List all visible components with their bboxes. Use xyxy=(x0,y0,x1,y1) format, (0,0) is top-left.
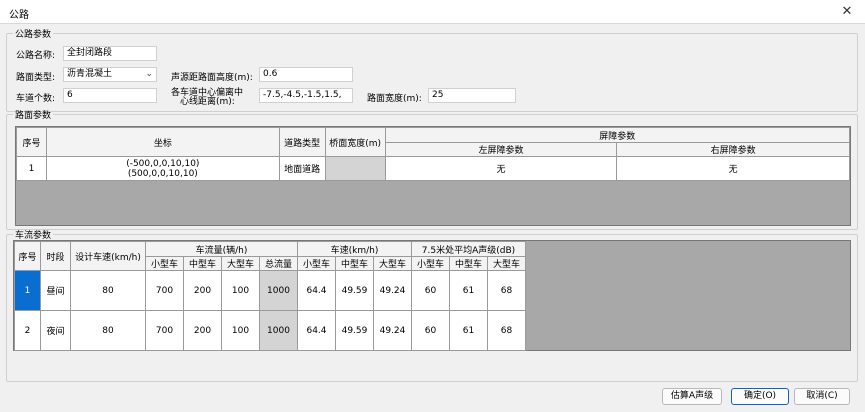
col-header-road-type[interactable]: 道路类型 xyxy=(278,127,326,157)
col-header-level[interactable]: 7.5米处平均A声级(dB) xyxy=(411,241,526,257)
flow-total-cell[interactable]: 1000 xyxy=(259,310,298,351)
flow-large-cell[interactable]: 100 xyxy=(221,310,260,351)
col-header-speed-small[interactable]: 小型车 xyxy=(297,256,336,271)
table-row[interactable]: 1 (-500,0,0,10,10) (500,0,0,10,10) 地面道路 … xyxy=(16,156,850,181)
period-cell[interactable]: 昼间 xyxy=(40,270,71,311)
level-small-cell[interactable]: 60 xyxy=(411,310,450,351)
deck-width-cell[interactable] xyxy=(324,156,386,181)
traffic-table-area[interactable]: 序号 时段 设计车速(km/h) 车流量(辆/h) 车速(km/h) 7.5米处… xyxy=(13,240,851,351)
surface-type-select[interactable]: 沥青混凝土 ⌄ xyxy=(63,67,157,82)
table-row[interactable]: 1 昼间 80 700 200 100 1000 64.4 49.59 49.2… xyxy=(14,270,526,311)
col-header-level-medium[interactable]: 中型车 xyxy=(449,256,488,271)
col-header-speed-large[interactable]: 大型车 xyxy=(373,256,412,271)
coords-cell[interactable]: (-500,0,0,10,10) (500,0,0,10,10) xyxy=(45,156,280,181)
design-speed-cell[interactable]: 80 xyxy=(70,310,146,351)
row-index-cell[interactable]: 1 xyxy=(14,270,41,311)
col-header-speed[interactable]: 车速(km/h) xyxy=(297,241,412,257)
speed-small-cell[interactable]: 64.4 xyxy=(297,270,336,311)
surface-type-label: 路面类型: xyxy=(16,73,56,83)
col-header-barrier[interactable]: 屏障参数 xyxy=(384,127,851,143)
col-header-speed-medium[interactable]: 中型车 xyxy=(335,256,374,271)
lane-distance-input[interactable]: -7.5,-4.5,-1.5,1.5, xyxy=(259,88,353,103)
col-header-flow-medium[interactable]: 中型车 xyxy=(183,256,222,271)
flow-total-cell[interactable]: 1000 xyxy=(259,270,298,311)
col-header-deck-width[interactable]: 桥面宽度(m) xyxy=(324,127,386,157)
row-index-cell[interactable]: 1 xyxy=(16,156,47,181)
chevron-down-icon: ⌄ xyxy=(145,69,153,79)
col-header-right-barrier[interactable]: 右屏障参数 xyxy=(616,142,850,157)
flow-medium-cell[interactable]: 200 xyxy=(183,270,222,311)
window-title: 公路 xyxy=(9,10,29,21)
lanes-input[interactable]: 6 xyxy=(63,88,157,103)
period-cell[interactable]: 夜间 xyxy=(40,310,71,351)
table-row[interactable]: 2 夜间 80 700 200 100 1000 64.4 49.59 49.2… xyxy=(14,310,526,351)
level-large-cell[interactable]: 68 xyxy=(487,270,526,311)
ok-button[interactable]: 确定(O) xyxy=(731,388,789,405)
speed-large-cell[interactable]: 49.24 xyxy=(373,310,412,351)
level-small-cell[interactable]: 60 xyxy=(411,270,450,311)
traffic-table: 序号 时段 设计车速(km/h) 车流量(辆/h) 车速(km/h) 7.5米处… xyxy=(14,241,526,351)
speed-medium-cell[interactable]: 49.59 xyxy=(335,270,374,311)
level-medium-cell[interactable]: 61 xyxy=(449,310,488,351)
title-bar: 公路 ✕ xyxy=(0,0,865,24)
surface-table-area[interactable]: 序号 坐标 道路类型 桥面宽度(m) 屏障参数 左屏障参数 右屏障参数 1 (-… xyxy=(15,126,851,226)
level-large-cell[interactable]: 68 xyxy=(487,310,526,351)
coord-end: (500,0,0,10,10) xyxy=(127,168,198,179)
speed-small-cell[interactable]: 64.4 xyxy=(297,310,336,351)
col-header-flow-total[interactable]: 总流量 xyxy=(259,256,298,271)
left-barrier-cell[interactable]: 无 xyxy=(384,156,618,181)
source-height-input[interactable]: 0.6 xyxy=(259,67,353,82)
speed-medium-cell[interactable]: 49.59 xyxy=(335,310,374,351)
col-header-coords[interactable]: 坐标 xyxy=(45,127,280,157)
col-header-design-speed[interactable]: 设计车速(km/h) xyxy=(70,241,146,271)
level-medium-cell[interactable]: 61 xyxy=(449,270,488,311)
road-width-input[interactable]: 25 xyxy=(428,88,516,103)
row-index-cell[interactable]: 2 xyxy=(14,310,41,351)
flow-small-cell[interactable]: 700 xyxy=(145,310,184,351)
flow-small-cell[interactable]: 700 xyxy=(145,270,184,311)
right-barrier-cell[interactable]: 无 xyxy=(616,156,850,181)
road-width-label: 路面宽度(m): xyxy=(367,94,422,104)
speed-large-cell[interactable]: 49.24 xyxy=(373,270,412,311)
col-header-level-small[interactable]: 小型车 xyxy=(411,256,450,271)
estimate-level-button[interactable]: 估算A声级 xyxy=(662,388,722,405)
col-header-index[interactable]: 序号 xyxy=(16,127,47,157)
surface-type-value: 沥青混凝土 xyxy=(67,69,113,79)
col-header-level-large[interactable]: 大型车 xyxy=(487,256,526,271)
close-icon[interactable]: ✕ xyxy=(837,3,857,21)
road-name-input[interactable]: 全封闭路段 xyxy=(63,46,157,61)
col-header-period[interactable]: 时段 xyxy=(40,241,71,271)
col-header-flow-large[interactable]: 大型车 xyxy=(221,256,260,271)
surface-params-legend: 路面参数 xyxy=(15,111,52,121)
flow-medium-cell[interactable]: 200 xyxy=(183,310,222,351)
lane-distance-label-line2: 心线距离(m): xyxy=(180,97,235,107)
road-type-cell[interactable]: 地面道路 xyxy=(278,156,326,181)
source-height-label: 声源距路面高度(m): xyxy=(171,73,253,83)
col-header-index[interactable]: 序号 xyxy=(14,241,41,271)
road-params-legend: 公路参数 xyxy=(15,30,52,40)
road-name-label: 公路名称: xyxy=(16,51,56,61)
surface-table: 序号 坐标 道路类型 桥面宽度(m) 屏障参数 左屏障参数 右屏障参数 1 (-… xyxy=(16,127,851,181)
col-header-flow-small[interactable]: 小型车 xyxy=(145,256,184,271)
col-header-left-barrier[interactable]: 左屏障参数 xyxy=(384,142,618,157)
lanes-label: 车道个数: xyxy=(16,94,56,104)
col-header-flow[interactable]: 车流量(辆/h) xyxy=(145,241,298,257)
flow-large-cell[interactable]: 100 xyxy=(221,270,260,311)
coord-start: (-500,0,0,10,10) xyxy=(126,158,200,169)
design-speed-cell[interactable]: 80 xyxy=(70,270,146,311)
cancel-button[interactable]: 取消(C) xyxy=(794,388,850,405)
